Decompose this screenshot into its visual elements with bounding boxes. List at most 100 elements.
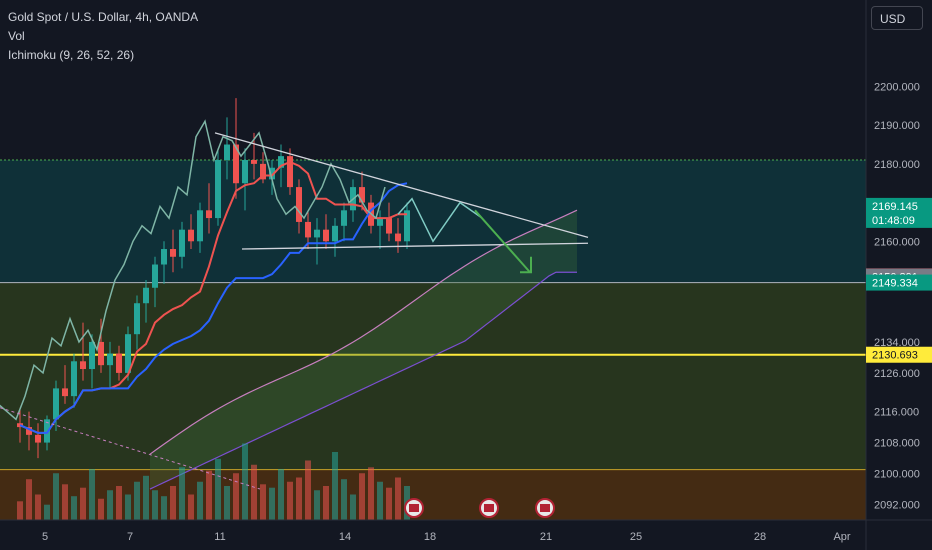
candle-body bbox=[53, 388, 59, 420]
price-tick-label: 2160.000 bbox=[874, 236, 920, 248]
event-flag-icon bbox=[479, 498, 499, 518]
candle-body bbox=[152, 264, 158, 288]
candle-body bbox=[143, 287, 149, 304]
price-tick-label: 2190.000 bbox=[874, 120, 920, 132]
volume-bar bbox=[152, 490, 158, 520]
price-tick-label: 2108.000 bbox=[874, 438, 920, 450]
price-label-text: 2130.693 bbox=[872, 350, 918, 362]
volume-bar bbox=[116, 486, 122, 520]
volume-bar bbox=[197, 481, 203, 520]
event-flag-stripes bbox=[540, 504, 550, 512]
currency-button[interactable]: USD bbox=[871, 6, 923, 30]
candle-body bbox=[296, 187, 302, 222]
time-tick-label: 25 bbox=[630, 531, 642, 543]
time-tick-label: Apr bbox=[833, 531, 850, 543]
price-label-box: 2130.693 bbox=[866, 346, 932, 363]
countdown-text: 01:48:09 bbox=[872, 215, 915, 227]
price-tick-label: 2092.000 bbox=[874, 500, 920, 512]
volume-bar bbox=[134, 481, 140, 520]
volume-bar bbox=[251, 464, 257, 520]
candle-body bbox=[377, 218, 383, 226]
candle-body bbox=[134, 303, 140, 335]
candle-body bbox=[224, 144, 230, 160]
volume-bar bbox=[260, 484, 266, 520]
candle-body bbox=[395, 233, 401, 242]
volume-bar bbox=[296, 477, 302, 520]
price-label-text: 2169.145 bbox=[872, 201, 918, 213]
volume-bar bbox=[377, 481, 383, 520]
price-tick-label: 2126.000 bbox=[874, 368, 920, 380]
candle-body bbox=[188, 229, 194, 242]
volume-bar bbox=[395, 477, 401, 520]
volume-bar bbox=[188, 494, 194, 520]
volume-bar bbox=[323, 486, 329, 520]
candle-body bbox=[323, 229, 329, 242]
resistance-zone bbox=[0, 160, 866, 283]
event-flag-icon bbox=[404, 498, 424, 518]
time-tick-label: 28 bbox=[754, 531, 766, 543]
time-tick-label: 7 bbox=[127, 531, 133, 543]
volume-bar bbox=[98, 498, 104, 520]
candle-body bbox=[71, 361, 77, 397]
candle-body bbox=[206, 210, 212, 219]
price-tick-label: 2180.000 bbox=[874, 159, 920, 171]
volume-bar bbox=[386, 487, 392, 520]
volume-bar bbox=[224, 486, 230, 520]
candle-body bbox=[35, 434, 41, 443]
volume-bar bbox=[332, 452, 338, 520]
volume-bar bbox=[206, 470, 212, 520]
candle-body bbox=[170, 249, 176, 257]
candle-body bbox=[305, 221, 311, 238]
price-axis[interactable]: 2200.0002190.0002180.0002160.0002134.000… bbox=[865, 0, 932, 550]
time-tick-label: 18 bbox=[424, 531, 436, 543]
candle-body bbox=[98, 341, 104, 366]
price-label-text: 2149.334 bbox=[872, 278, 918, 290]
candle-body bbox=[116, 353, 122, 373]
candle-body bbox=[161, 249, 167, 265]
volume-bar bbox=[35, 494, 41, 520]
volume-bar bbox=[314, 490, 320, 520]
candle-body bbox=[332, 225, 338, 242]
volume-bar bbox=[80, 487, 86, 520]
time-tick-label: 14 bbox=[339, 531, 351, 543]
volume-bar bbox=[143, 475, 149, 520]
candle-body bbox=[179, 229, 185, 257]
volume-bar bbox=[17, 501, 23, 520]
price-label-box: 2169.145 01:48:09 bbox=[866, 197, 932, 228]
candle-body bbox=[251, 160, 257, 164]
volume-bar bbox=[233, 473, 239, 520]
price-tick-label: 2200.000 bbox=[874, 81, 920, 93]
candle-body bbox=[215, 160, 221, 219]
candle-body bbox=[62, 388, 68, 397]
symbol-title[interactable]: Gold Spot / U.S. Dollar, 4h, OANDA bbox=[8, 8, 198, 27]
time-tick-label: 21 bbox=[540, 531, 552, 543]
price-chart[interactable]: 2200.0002190.0002180.0002160.0002134.000… bbox=[0, 0, 932, 550]
volume-bar bbox=[341, 479, 347, 520]
ichimoku-indicator-label[interactable]: Ichimoku (9, 26, 52, 26) bbox=[8, 46, 198, 65]
time-tick-label: 5 bbox=[42, 531, 48, 543]
candle-body bbox=[80, 361, 86, 370]
volume-bar bbox=[179, 467, 185, 520]
volume-bar bbox=[170, 486, 176, 520]
volume-bar bbox=[287, 481, 293, 520]
volume-bar bbox=[359, 473, 365, 520]
candle-body bbox=[89, 341, 95, 370]
event-flag-stripes bbox=[484, 504, 494, 512]
volume-bar bbox=[62, 484, 68, 520]
candle-body bbox=[242, 160, 248, 184]
event-flag-icon bbox=[535, 498, 555, 518]
volume-bar bbox=[107, 490, 113, 520]
time-tick-label: 11 bbox=[214, 531, 225, 543]
candle-body bbox=[386, 218, 392, 234]
candle-body bbox=[314, 229, 320, 238]
volume-bar bbox=[242, 443, 248, 520]
candle-body bbox=[341, 210, 347, 226]
volume-bar bbox=[89, 469, 95, 520]
volume-bar bbox=[161, 496, 167, 520]
chart-legend: Gold Spot / U.S. Dollar, 4h, OANDA Vol I… bbox=[8, 8, 198, 65]
volume-bar bbox=[26, 479, 32, 520]
candle-body bbox=[287, 156, 293, 188]
volume-indicator-label[interactable]: Vol bbox=[8, 27, 198, 46]
volume-bar bbox=[125, 494, 131, 520]
price-label-box: 2149.334 bbox=[866, 274, 932, 291]
